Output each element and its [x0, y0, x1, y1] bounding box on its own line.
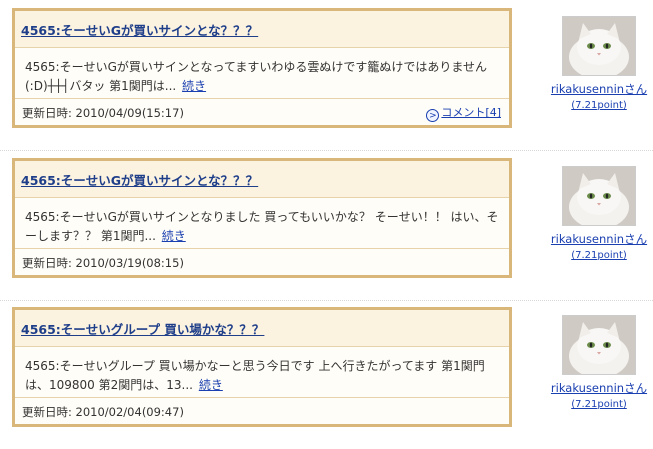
updated-label: 更新日時:	[22, 106, 72, 120]
updated-date: 更新日時: 2010/04/09(15:17)	[22, 105, 184, 121]
entry-separator	[0, 300, 653, 301]
blog-entry: 4565:そーせいGが買いサインとな？？？ 4565:そーせいGが買いサインとな…	[0, 158, 653, 298]
entry-separator	[0, 150, 653, 151]
entry-footer: 更新日時: 2010/04/09(15:17) > コメント[4]	[15, 98, 509, 125]
entry-card: 4565:そーせいGが買いサインとな？？？ 4565:そーせいGが買いサインとな…	[12, 158, 512, 278]
entry-excerpt: 4565:そーせいGが買いサインとなりました 買ってもいいかな？ そーせい！！ …	[25, 208, 501, 246]
excerpt-text: 4565:そーせいGが買いサインとなってますいわゆる雲ぬけです籠ぬけではありませ…	[25, 60, 487, 93]
entry-excerpt: 4565:そーせいグループ 買い場かなーと思う今日です 上へ行きたがってます 第…	[25, 357, 501, 395]
entry-title-bar: 4565:そーせいGが買いサインとな？？？	[15, 11, 509, 48]
entry-card: 4565:そーせいGが買いサインとな？？？ 4565:そーせいGが買いサインとな…	[12, 8, 512, 128]
updated-value: 2010/02/04(09:47)	[75, 405, 184, 419]
updated-label: 更新日時:	[22, 405, 72, 419]
author-points-link[interactable]: (7.21point)	[545, 399, 653, 410]
author-points-link[interactable]: (7.21point)	[545, 100, 653, 111]
author-block: rikakusenninさん (7.21point)	[545, 158, 653, 261]
comment-link[interactable]: > コメント[4]	[426, 104, 501, 122]
author-name-link[interactable]: rikakusenninさん	[545, 380, 653, 396]
author-block: rikakusenninさん (7.21point)	[545, 307, 653, 410]
author-points-link[interactable]: (7.21point)	[545, 250, 653, 261]
read-more-link[interactable]: 続き	[162, 229, 186, 243]
entry-footer: 更新日時: 2010/02/04(09:47)	[15, 397, 509, 424]
author-name-link[interactable]: rikakusenninさん	[545, 231, 653, 247]
cat-avatar-image	[563, 17, 635, 75]
blog-entry: 4565:そーせいGが買いサインとな？？？ 4565:そーせいGが買いサインとな…	[0, 8, 653, 148]
avatar[interactable]	[562, 315, 636, 375]
updated-date: 更新日時: 2010/02/04(09:47)	[22, 404, 184, 420]
read-more-link[interactable]: 続き	[199, 378, 223, 392]
cat-avatar-image	[563, 316, 635, 374]
updated-label: 更新日時:	[22, 256, 72, 270]
entry-title-link[interactable]: 4565:そーせいグループ 買い場かな？？？	[21, 319, 264, 338]
excerpt-text: 4565:そーせいグループ 買い場かなーと思う今日です 上へ行きたがってます 第…	[25, 359, 485, 392]
entry-footer: 更新日時: 2010/03/19(08:15)	[15, 248, 509, 275]
entry-title-bar: 4565:そーせいグループ 買い場かな？？？	[15, 310, 509, 347]
avatar[interactable]	[562, 166, 636, 226]
avatar[interactable]	[562, 16, 636, 76]
entry-title-bar: 4565:そーせいGが買いサインとな？？？	[15, 161, 509, 198]
entry-excerpt: 4565:そーせいGが買いサインとなってますいわゆる雲ぬけです籠ぬけではありませ…	[25, 58, 501, 96]
author-block: rikakusenninさん (7.21point)	[545, 8, 653, 111]
updated-date: 更新日時: 2010/03/19(08:15)	[22, 255, 184, 271]
read-more-link[interactable]: 続き	[182, 79, 206, 93]
author-name-link[interactable]: rikakusenninさん	[545, 81, 653, 97]
updated-value: 2010/03/19(08:15)	[75, 256, 184, 270]
blog-entry: 4565:そーせいグループ 買い場かな？？？ 4565:そーせいグループ 買い場…	[0, 307, 653, 447]
cat-avatar-image	[563, 167, 635, 225]
updated-value: 2010/04/09(15:17)	[75, 106, 184, 120]
excerpt-text: 4565:そーせいGが買いサインとなりました 買ってもいいかな？ そーせい！！ …	[25, 210, 499, 243]
comment-label: コメント[4]	[441, 106, 501, 119]
entry-card: 4565:そーせいグループ 買い場かな？？？ 4565:そーせいグループ 買い場…	[12, 307, 512, 427]
arrow-circle-icon: >	[426, 109, 440, 122]
entry-title-link[interactable]: 4565:そーせいGが買いサインとな？？？	[21, 20, 258, 39]
entry-title-link[interactable]: 4565:そーせいGが買いサインとな？？？	[21, 170, 258, 189]
